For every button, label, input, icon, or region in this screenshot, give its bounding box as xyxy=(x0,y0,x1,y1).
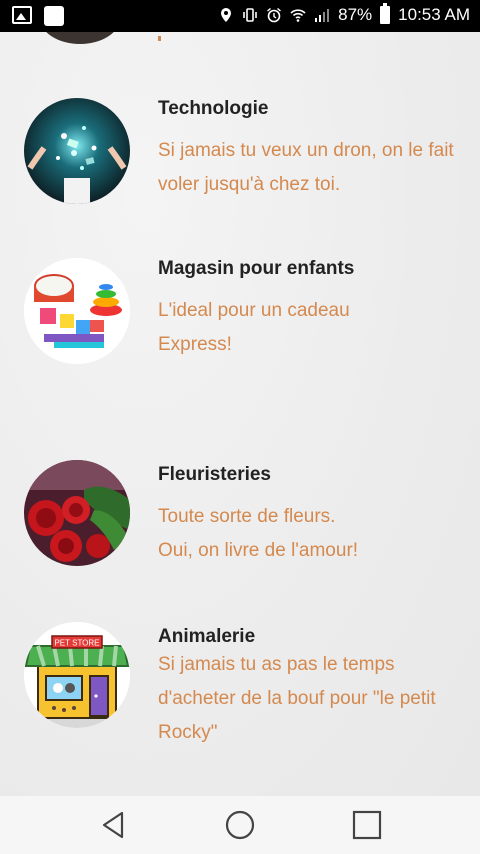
vibrate-icon xyxy=(243,8,257,22)
app-notification-icon xyxy=(44,6,64,26)
item-title: Magasin pour enfants xyxy=(158,258,355,279)
pet-store-sign: PET STORE xyxy=(54,639,99,648)
item-description-line: L'ideal pour un cadeau xyxy=(158,300,350,321)
previous-item-avatar[interactable] xyxy=(40,32,120,44)
location-icon xyxy=(221,8,232,22)
signal-icon xyxy=(315,9,330,22)
battery-percent: 87% xyxy=(338,5,373,24)
technologie-avatar xyxy=(24,98,130,204)
image-notification-icon xyxy=(12,6,32,24)
item-description: L'ideal pour un cadeau Express! xyxy=(158,294,458,362)
fleuristeries-avatar xyxy=(24,460,130,566)
recent-apps-icon[interactable] xyxy=(350,808,384,842)
animalerie-avatar: PET STORE xyxy=(24,622,130,728)
status-bar: 87% 10:53 AM xyxy=(0,0,480,32)
magasin-pour-enfants-avatar xyxy=(24,258,130,364)
battery-icon xyxy=(380,3,391,24)
home-icon[interactable] xyxy=(223,808,257,842)
back-icon[interactable] xyxy=(96,808,130,842)
item-description-line: Oui, on livre de l'amour! xyxy=(158,540,359,561)
previous-item-text-fragment xyxy=(158,36,161,41)
item-description: Si jamais tu as pas le temps d'acheter d… xyxy=(158,654,436,743)
item-title: Fleuristeries xyxy=(158,464,271,485)
alarm-icon xyxy=(267,7,282,23)
category-list[interactable]: Technologie Si jamais tu veux un dron, o… xyxy=(0,32,480,796)
item-title: Technologie xyxy=(158,98,269,119)
navigation-bar xyxy=(0,796,480,854)
item-title: Animalerie xyxy=(158,626,256,647)
item-description-line: Express! xyxy=(158,334,232,355)
item-description: Toute sorte de fleurs. Oui, on livre de … xyxy=(158,500,458,568)
item-description: Si jamais tu veux un dron, on le fait vo… xyxy=(158,140,454,195)
item-description-line: Toute sorte de fleurs. xyxy=(158,506,336,527)
clock: 10:53 AM xyxy=(398,5,470,24)
wifi-icon xyxy=(290,9,306,22)
